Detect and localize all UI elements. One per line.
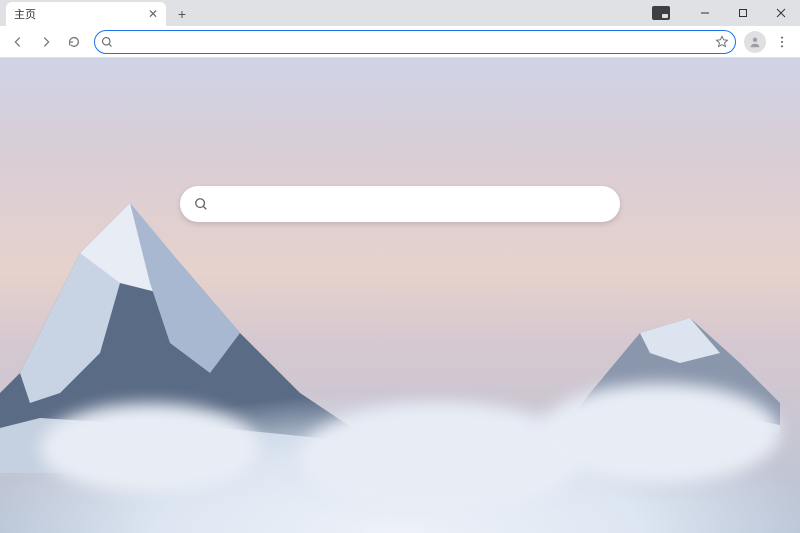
titlebar: 主页 ✕ + <box>0 0 800 26</box>
maximize-button[interactable] <box>724 0 762 26</box>
cloud-decoration <box>40 403 260 493</box>
new-tab-page <box>0 58 800 533</box>
tab-home[interactable]: 主页 ✕ <box>6 2 166 26</box>
minimize-button[interactable] <box>686 0 724 26</box>
back-button[interactable] <box>6 30 30 54</box>
toolbar <box>0 26 800 58</box>
new-tab-button[interactable]: + <box>172 4 192 24</box>
search-icon <box>101 36 113 48</box>
reload-button[interactable] <box>62 30 86 54</box>
address-bar[interactable] <box>94 30 736 54</box>
bookmark-star-icon[interactable] <box>715 35 729 49</box>
picture-in-picture-icon[interactable] <box>652 6 670 20</box>
window-controls <box>652 0 800 26</box>
center-search-input[interactable] <box>218 197 606 212</box>
forward-button[interactable] <box>34 30 58 54</box>
cloud-decoration <box>540 383 780 483</box>
profile-button[interactable] <box>744 31 766 53</box>
address-input[interactable] <box>117 35 715 49</box>
tab-close-button[interactable]: ✕ <box>148 7 158 21</box>
center-search-box[interactable] <box>180 186 620 222</box>
cloud-decoration <box>300 403 580 513</box>
menu-button[interactable] <box>770 30 794 54</box>
tab-title: 主页 <box>14 6 148 22</box>
search-icon <box>194 197 208 211</box>
close-window-button[interactable] <box>762 0 800 26</box>
